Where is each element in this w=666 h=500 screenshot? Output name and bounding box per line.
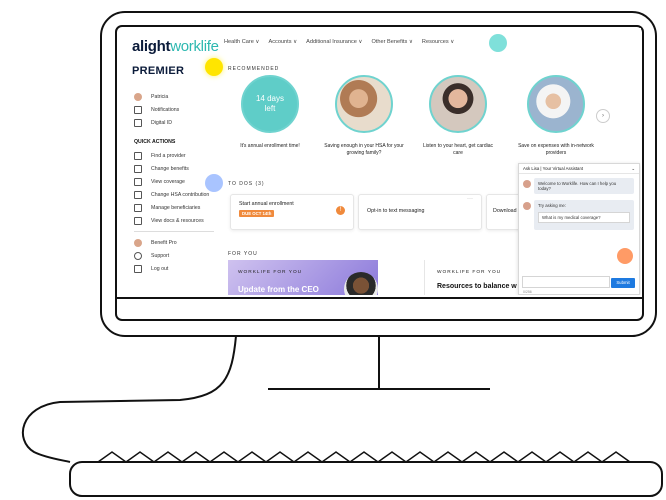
highlight-dot-teal: [489, 34, 507, 52]
nav-resources[interactable]: Resources ∨: [422, 39, 454, 45]
id-card-icon: [134, 118, 142, 127]
recommended-carousel: 14 days left It's annual enrollment time…: [228, 75, 638, 165]
stack-icon: [134, 190, 142, 199]
person-photo: [429, 75, 487, 133]
divider: [134, 231, 214, 232]
logout-icon: [134, 264, 142, 273]
nav-other-benefits[interactable]: Other Benefits ∨: [372, 39, 413, 45]
worklife-card-ceo[interactable]: WORKLIFE FOR YOU Update from the CEO: [228, 260, 378, 295]
suggestion-chip[interactable]: What is my medical coverage?: [538, 212, 630, 223]
highlight-dot-yellow: [205, 58, 223, 76]
nav-additional-insurance[interactable]: Additional Insurance ∨: [306, 39, 362, 45]
assistant-avatar: [523, 202, 531, 210]
recommended-card-enrollment[interactable]: 14 days left It's annual enrollment time…: [230, 75, 310, 150]
chart-icon: [134, 164, 142, 173]
doctor-photo: [527, 75, 585, 133]
countdown-circle: 14 days left: [241, 75, 299, 133]
avatar: [134, 92, 142, 101]
recommended-card-in-network[interactable]: Save on expenses with in-network provide…: [516, 75, 596, 157]
sidebar-item-support[interactable]: Support: [134, 249, 214, 262]
alight-worklife-logo[interactable]: alightworklife: [132, 38, 219, 55]
chat-message-input[interactable]: [522, 276, 610, 288]
chat-message-welcome: Welcome to Worklife. How can I help you …: [534, 178, 634, 194]
chat-message-suggestion: Try asking me: What is my medical covera…: [534, 200, 634, 230]
people-icon: [134, 203, 142, 212]
nav-accounts[interactable]: Accounts ∨: [269, 39, 298, 45]
clipboard-icon: [134, 177, 142, 186]
quick-action-view-docs[interactable]: View docs & resources: [134, 214, 214, 227]
due-date-badge: DUE OCT 14th: [239, 210, 275, 217]
quick-action-change-hsa[interactable]: Change HSA contribution: [134, 188, 214, 201]
quick-action-find-provider[interactable]: Find a provider: [134, 149, 214, 162]
todo-card-text-messaging[interactable]: Opt-in to text messaging ···: [358, 194, 482, 230]
avatar: [134, 238, 142, 247]
sidebar: Patricia Notifications Digital ID QUICK …: [134, 90, 214, 275]
todos-heading: TO DOS (3): [228, 181, 265, 187]
assistant-avatar: [523, 180, 531, 188]
for-you-heading: FOR YOU: [228, 251, 258, 257]
quick-actions-heading: QUICK ACTIONS: [134, 139, 176, 145]
chat-submit-button[interactable]: Submit: [611, 278, 635, 288]
quick-action-change-benefits[interactable]: Change benefits: [134, 162, 214, 175]
alert-icon: !: [336, 206, 345, 215]
virtual-assistant-chat: Ask Lisa | Your Virtual Assistant ⌄ Welco…: [518, 163, 640, 295]
quick-action-view-coverage[interactable]: View coverage: [134, 175, 214, 188]
quick-action-manage-beneficiaries[interactable]: Manage beneficiaries: [134, 201, 214, 214]
help-icon: [134, 251, 142, 260]
sidebar-item-profile[interactable]: Patricia: [134, 90, 214, 103]
recommended-card-cardiac[interactable]: Listen to your heart, get cardiac care: [418, 75, 498, 157]
nav-health-care[interactable]: Health Care ∨: [224, 39, 260, 45]
sidebar-item-notifications[interactable]: Notifications: [134, 103, 214, 116]
doc-icon: [134, 216, 142, 225]
bell-icon: [134, 105, 142, 114]
char-counter: 0/256: [523, 290, 532, 294]
premier-brand: PREMIER: [132, 65, 185, 77]
app-screen: alightworklife Health Care ∨ Accounts ∨ …: [120, 28, 641, 295]
chat-header: Ask Lisa | Your Virtual Assistant ⌄: [519, 164, 639, 174]
highlight-dot-orange: [617, 248, 633, 264]
person-photo: [344, 272, 378, 295]
sidebar-item-benefit-pro[interactable]: Benefit Pro: [134, 236, 214, 249]
more-icon[interactable]: ···: [467, 196, 473, 202]
sidebar-item-digital-id[interactable]: Digital ID: [134, 116, 214, 129]
recommended-heading: RECOMMENDED: [228, 66, 280, 72]
recommended-card-hsa[interactable]: Saving enough in your HSA for your growi…: [324, 75, 404, 157]
document-icon: [134, 151, 142, 160]
todo-card-enrollment[interactable]: Start annual enrollment DUE OCT 14th !: [230, 194, 354, 230]
sidebar-item-logout[interactable]: Log out: [134, 262, 214, 275]
chevron-down-icon[interactable]: ⌄: [631, 164, 635, 173]
family-photo: [335, 75, 393, 133]
top-nav: alightworklife Health Care ∨ Accounts ∨ …: [120, 28, 641, 60]
carousel-next-button[interactable]: ›: [596, 109, 610, 123]
